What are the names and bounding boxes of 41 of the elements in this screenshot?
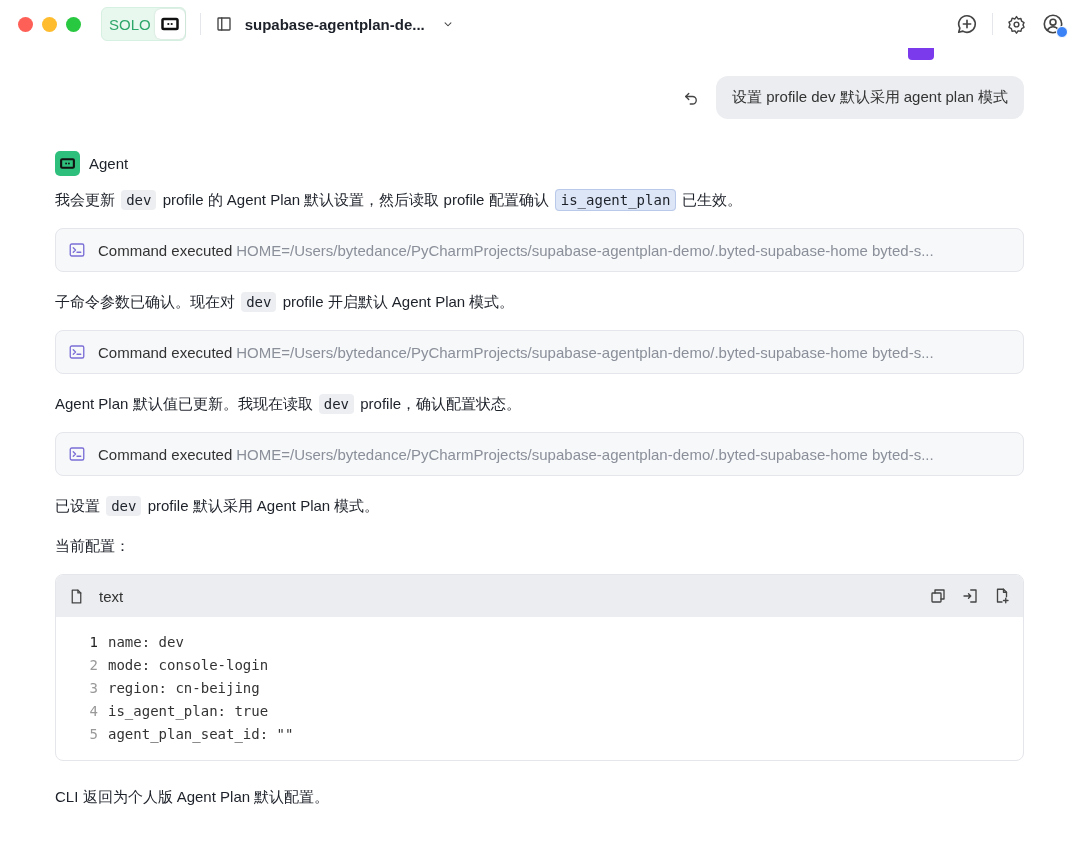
command-text: HOME=/Users/bytedance/PyCharmProjects/supabase-agentplan-demo/.byted-supabase-home byted-s...: [236, 343, 934, 361]
command-label: Command executed: [98, 343, 233, 361]
command-text: HOME=/Users/bytedance/PyCharmProjects/supabase-agentplan-demo/.byted-supabase-home byted-s...: [236, 241, 934, 259]
message-text: 我会更新 dev profile 的 Agent Plan 默认设置，然后读取 profile 配置确认 is_agent_plan 已生效。: [55, 188, 1024, 212]
line-number: 5: [88, 725, 98, 744]
command-label: Command executed: [98, 241, 233, 259]
command-label: Command executed: [98, 445, 233, 463]
copy-icon[interactable]: [929, 587, 947, 605]
code-line: name: dev: [108, 633, 184, 652]
command-card[interactable]: Command executed HOME=/Users/bytedance/PyCharmProjects/supabase-agentplan-demo/.byted-supabase-home byted-s...: [55, 228, 1024, 272]
message-text: 已设置 dev profile 默认采用 Agent Plan 模式。: [55, 495, 381, 518]
message-text: CLI 返回为个人版 Agent Plan 默认配置。: [55, 787, 331, 807]
sidebar-icon[interactable]: [214, 15, 233, 33]
code-line: is_agent_plan: true: [108, 702, 269, 722]
message-text: 子命令参数已确认。现在对 dev profile 开启默认 Agent Plan 模式。: [55, 291, 516, 314]
line-number: 2: [88, 656, 98, 675]
code-line: region: cn-beijing: [108, 679, 260, 698]
code-line: agent_plan_seat_id: "": [108, 725, 294, 745]
status-badge: [1056, 26, 1068, 38]
command-card[interactable]: Command executed HOME=/Users/bytedance/PyCharmProjects/supabase-agentplan-demo/.byted-supabase-home byted-s...: [55, 432, 1024, 476]
user-message: 设置 profile dev 默认采用 agent plan 模式: [716, 76, 1024, 119]
terminal-icon: [68, 241, 86, 259]
command-card[interactable]: Command executed HOME=/Users/bytedance/PyCharmProjects/supabase-agentplan-demo/.byted-supabase-home byted-s...: [55, 330, 1024, 374]
settings-icon[interactable]: [1007, 14, 1026, 34]
code-line: mode: console-login: [108, 656, 269, 675]
line-number: 1: [88, 633, 98, 652]
new-chat-icon[interactable]: [956, 13, 978, 35]
command-text: HOME=/Users/bytedance/PyCharmProjects/supabase-agentplan-demo/.byted-supabase-home byted-s...: [236, 445, 934, 463]
message-text: 当前配置：: [55, 536, 131, 556]
code-language: text: [99, 587, 124, 605]
terminal-icon: [68, 343, 86, 361]
message-text: Agent Plan 默认值已更新。我现在读取 dev profile，确认配置状态。: [55, 393, 523, 416]
user-icon: [1042, 13, 1064, 35]
line-number: 3: [88, 679, 98, 698]
agent-name: Agent: [89, 155, 129, 172]
project-title[interactable]: supabase-agentplan-de...: [244, 15, 425, 33]
terminal-icon: [68, 445, 86, 463]
close-button[interactable]: [18, 16, 33, 32]
mode-label: SOLO: [109, 15, 151, 33]
insert-icon[interactable]: [961, 587, 979, 605]
line-number: 4: [88, 702, 98, 721]
